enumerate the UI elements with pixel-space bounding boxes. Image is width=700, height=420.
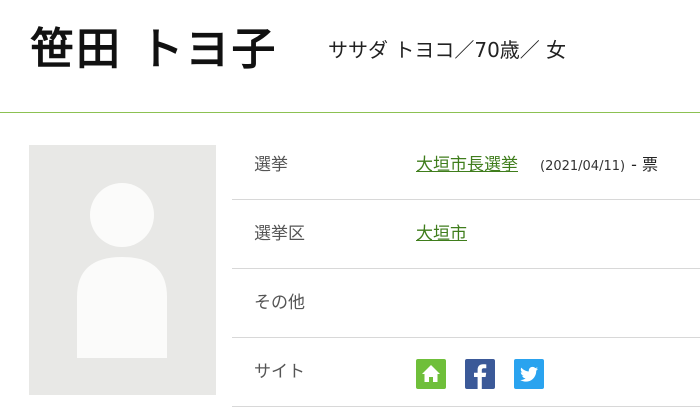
person-placeholder-icon <box>77 183 167 358</box>
vote-count: - 票 <box>631 155 658 174</box>
row-election: 選挙 大垣市長選挙 (2021/04/11) - 票 <box>232 131 700 200</box>
profile-info-table: 選挙 大垣市長選挙 (2021/04/11) - 票 選挙区 大垣市 その他 サイト <box>232 131 700 407</box>
row-site: サイト <box>232 338 700 407</box>
row-label-district: 選挙区 <box>254 224 305 244</box>
row-label-election: 選挙 <box>254 155 288 175</box>
row-other: その他 <box>232 269 700 338</box>
row-district: 選挙区 大垣市 <box>232 200 700 269</box>
row-label-site: サイト <box>254 362 305 382</box>
candidate-photo <box>29 145 216 395</box>
facebook-icon[interactable] <box>465 359 495 389</box>
profile-header: 笹田 トヨ子 ササダ トヨコ／70歳／ 女 <box>0 0 700 113</box>
row-value-district: 大垣市 <box>416 200 467 268</box>
header-divider <box>0 112 700 113</box>
candidate-name: 笹田 トヨ子 <box>30 24 278 75</box>
district-link[interactable]: 大垣市 <box>416 224 467 244</box>
twitter-icon[interactable] <box>514 359 544 389</box>
row-label-other: その他 <box>254 293 305 313</box>
candidate-subinfo: ササダ トヨコ／70歳／ 女 <box>328 38 567 62</box>
row-value-election: 大垣市長選挙 (2021/04/11) - 票 <box>416 131 658 199</box>
home-icon[interactable] <box>416 359 446 389</box>
election-date: (2021/04/11) <box>540 159 626 174</box>
election-link[interactable]: 大垣市長選挙 <box>416 155 518 175</box>
